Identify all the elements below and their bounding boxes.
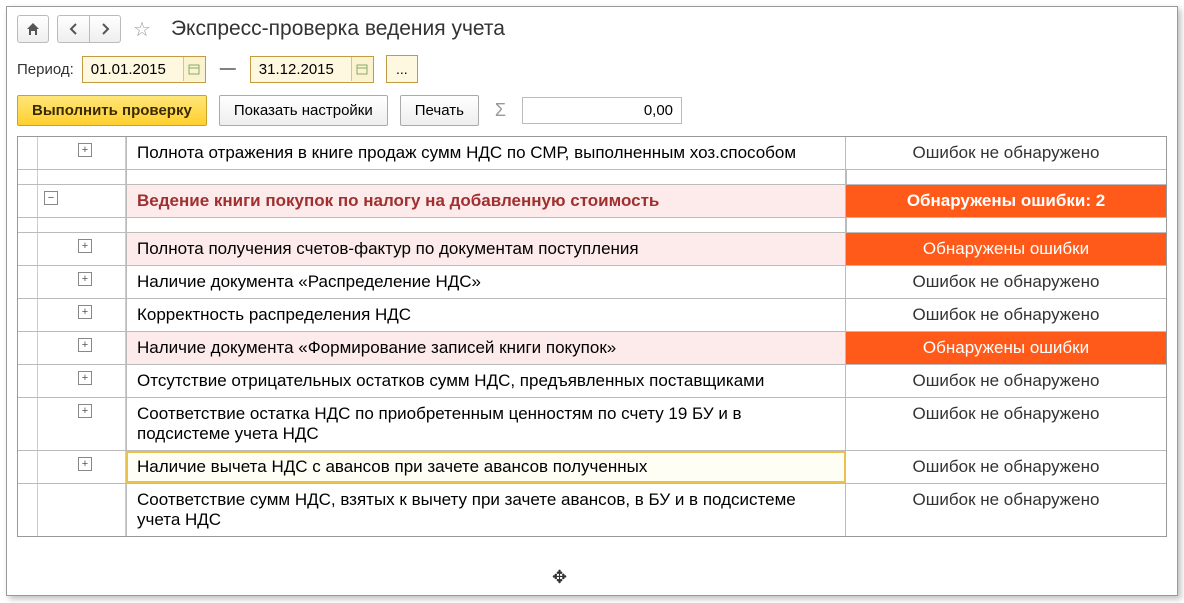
expand-icon[interactable]: + <box>78 404 92 418</box>
arrow-right-icon <box>98 22 112 36</box>
row-status: Ошибок не обнаружено <box>846 398 1166 450</box>
calendar-icon <box>188 63 200 75</box>
action-bar: Выполнить проверку Показать настройки Пе… <box>7 89 1177 132</box>
page-title: Экспресс-проверка ведения учета <box>171 17 505 41</box>
table-row: + Отсутствие отрицательных остатков сумм… <box>18 365 1166 398</box>
row-description: Наличие документа «Формирование записей … <box>126 332 846 364</box>
period-picker-button[interactable]: ... <box>386 55 418 83</box>
date-to-input[interactable] <box>251 57 351 82</box>
section-title: Ведение книги покупок по налогу на добав… <box>126 185 846 217</box>
nav-group <box>57 15 121 43</box>
table-row-selected: + Наличие вычета НДС с авансов при зачет… <box>18 451 1166 484</box>
calendar-to-button[interactable] <box>351 57 373 81</box>
section-status: Обнаружены ошибки: 2 <box>846 185 1166 217</box>
expand-icon[interactable]: + <box>78 371 92 385</box>
spacer <box>18 218 1166 233</box>
table-row: + Корректность распределения НДС Ошибок … <box>18 299 1166 332</box>
date-from-wrap <box>82 56 206 83</box>
expand-icon[interactable]: + <box>78 272 92 286</box>
row-description: Наличие документа «Распределение НДС» <box>126 266 846 298</box>
cursor-icon: ✥ <box>552 567 567 588</box>
collapse-icon[interactable]: − <box>44 191 58 205</box>
calendar-icon <box>356 63 368 75</box>
table-row: + Наличие документа «Формирование записе… <box>18 332 1166 365</box>
period-label: Период: <box>17 61 74 78</box>
row-description: Наличие вычета НДС с авансов при зачете … <box>126 451 846 483</box>
section-header: − Ведение книги покупок по налогу на доб… <box>18 185 1166 218</box>
row-status: Обнаружены ошибки <box>846 233 1166 265</box>
date-from-input[interactable] <box>83 57 183 82</box>
spacer <box>18 170 1166 185</box>
run-check-button[interactable]: Выполнить проверку <box>17 95 207 126</box>
expand-icon[interactable]: + <box>78 305 92 319</box>
forward-button[interactable] <box>89 15 121 43</box>
table-row: + Соответствие остатка НДС по приобретен… <box>18 398 1166 451</box>
expand-icon[interactable]: + <box>78 457 92 471</box>
row-status: Ошибок не обнаружено <box>846 365 1166 397</box>
expand-icon[interactable]: + <box>78 338 92 352</box>
back-button[interactable] <box>57 15 89 43</box>
row-description: Соответствие сумм НДС, взятых к вычету п… <box>126 484 846 536</box>
row-description: Корректность распределения НДС <box>126 299 846 331</box>
favorite-star-icon[interactable]: ☆ <box>129 17 155 42</box>
calendar-from-button[interactable] <box>183 57 205 81</box>
row-description: Соответствие остатка НДС по приобретенны… <box>126 398 846 450</box>
home-button[interactable] <box>17 15 49 43</box>
table-row: Соответствие сумм НДС, взятых к вычету п… <box>18 484 1166 536</box>
sigma-icon: Σ <box>491 100 510 121</box>
table-row: + Полнота получения счетов-фактур по док… <box>18 233 1166 266</box>
expand-icon[interactable]: + <box>78 239 92 253</box>
row-description: Полнота отражения в книге продаж сумм НД… <box>126 137 846 169</box>
table-row: + Наличие документа «Распределение НДС» … <box>18 266 1166 299</box>
top-toolbar: ☆ Экспресс-проверка ведения учета <box>7 7 1177 49</box>
window-frame: ☆ Экспресс-проверка ведения учета Период… <box>6 6 1178 596</box>
results-table: + Полнота отражения в книге продаж сумм … <box>17 136 1167 537</box>
row-status: Ошибок не обнаружено <box>846 266 1166 298</box>
amount-field[interactable] <box>522 97 682 124</box>
expand-icon[interactable]: + <box>78 143 92 157</box>
row-description: Отсутствие отрицательных остатков сумм Н… <box>126 365 846 397</box>
date-to-wrap <box>250 56 374 83</box>
row-description: Полнота получения счетов-фактур по докум… <box>126 233 846 265</box>
row-status: Ошибок не обнаружено <box>846 451 1166 483</box>
row-status: Ошибок не обнаружено <box>846 299 1166 331</box>
table-row: + Полнота отражения в книге продаж сумм … <box>18 137 1166 170</box>
period-bar: Период: — ... <box>7 49 1177 89</box>
row-status: Ошибок не обнаружено <box>846 137 1166 169</box>
show-settings-button[interactable]: Показать настройки <box>219 95 388 126</box>
print-button[interactable]: Печать <box>400 95 479 126</box>
home-icon <box>25 21 41 37</box>
row-status: Обнаружены ошибки <box>846 332 1166 364</box>
dash-separator: — <box>214 60 242 78</box>
arrow-left-icon <box>67 22 81 36</box>
row-status: Ошибок не обнаружено <box>846 484 1166 536</box>
